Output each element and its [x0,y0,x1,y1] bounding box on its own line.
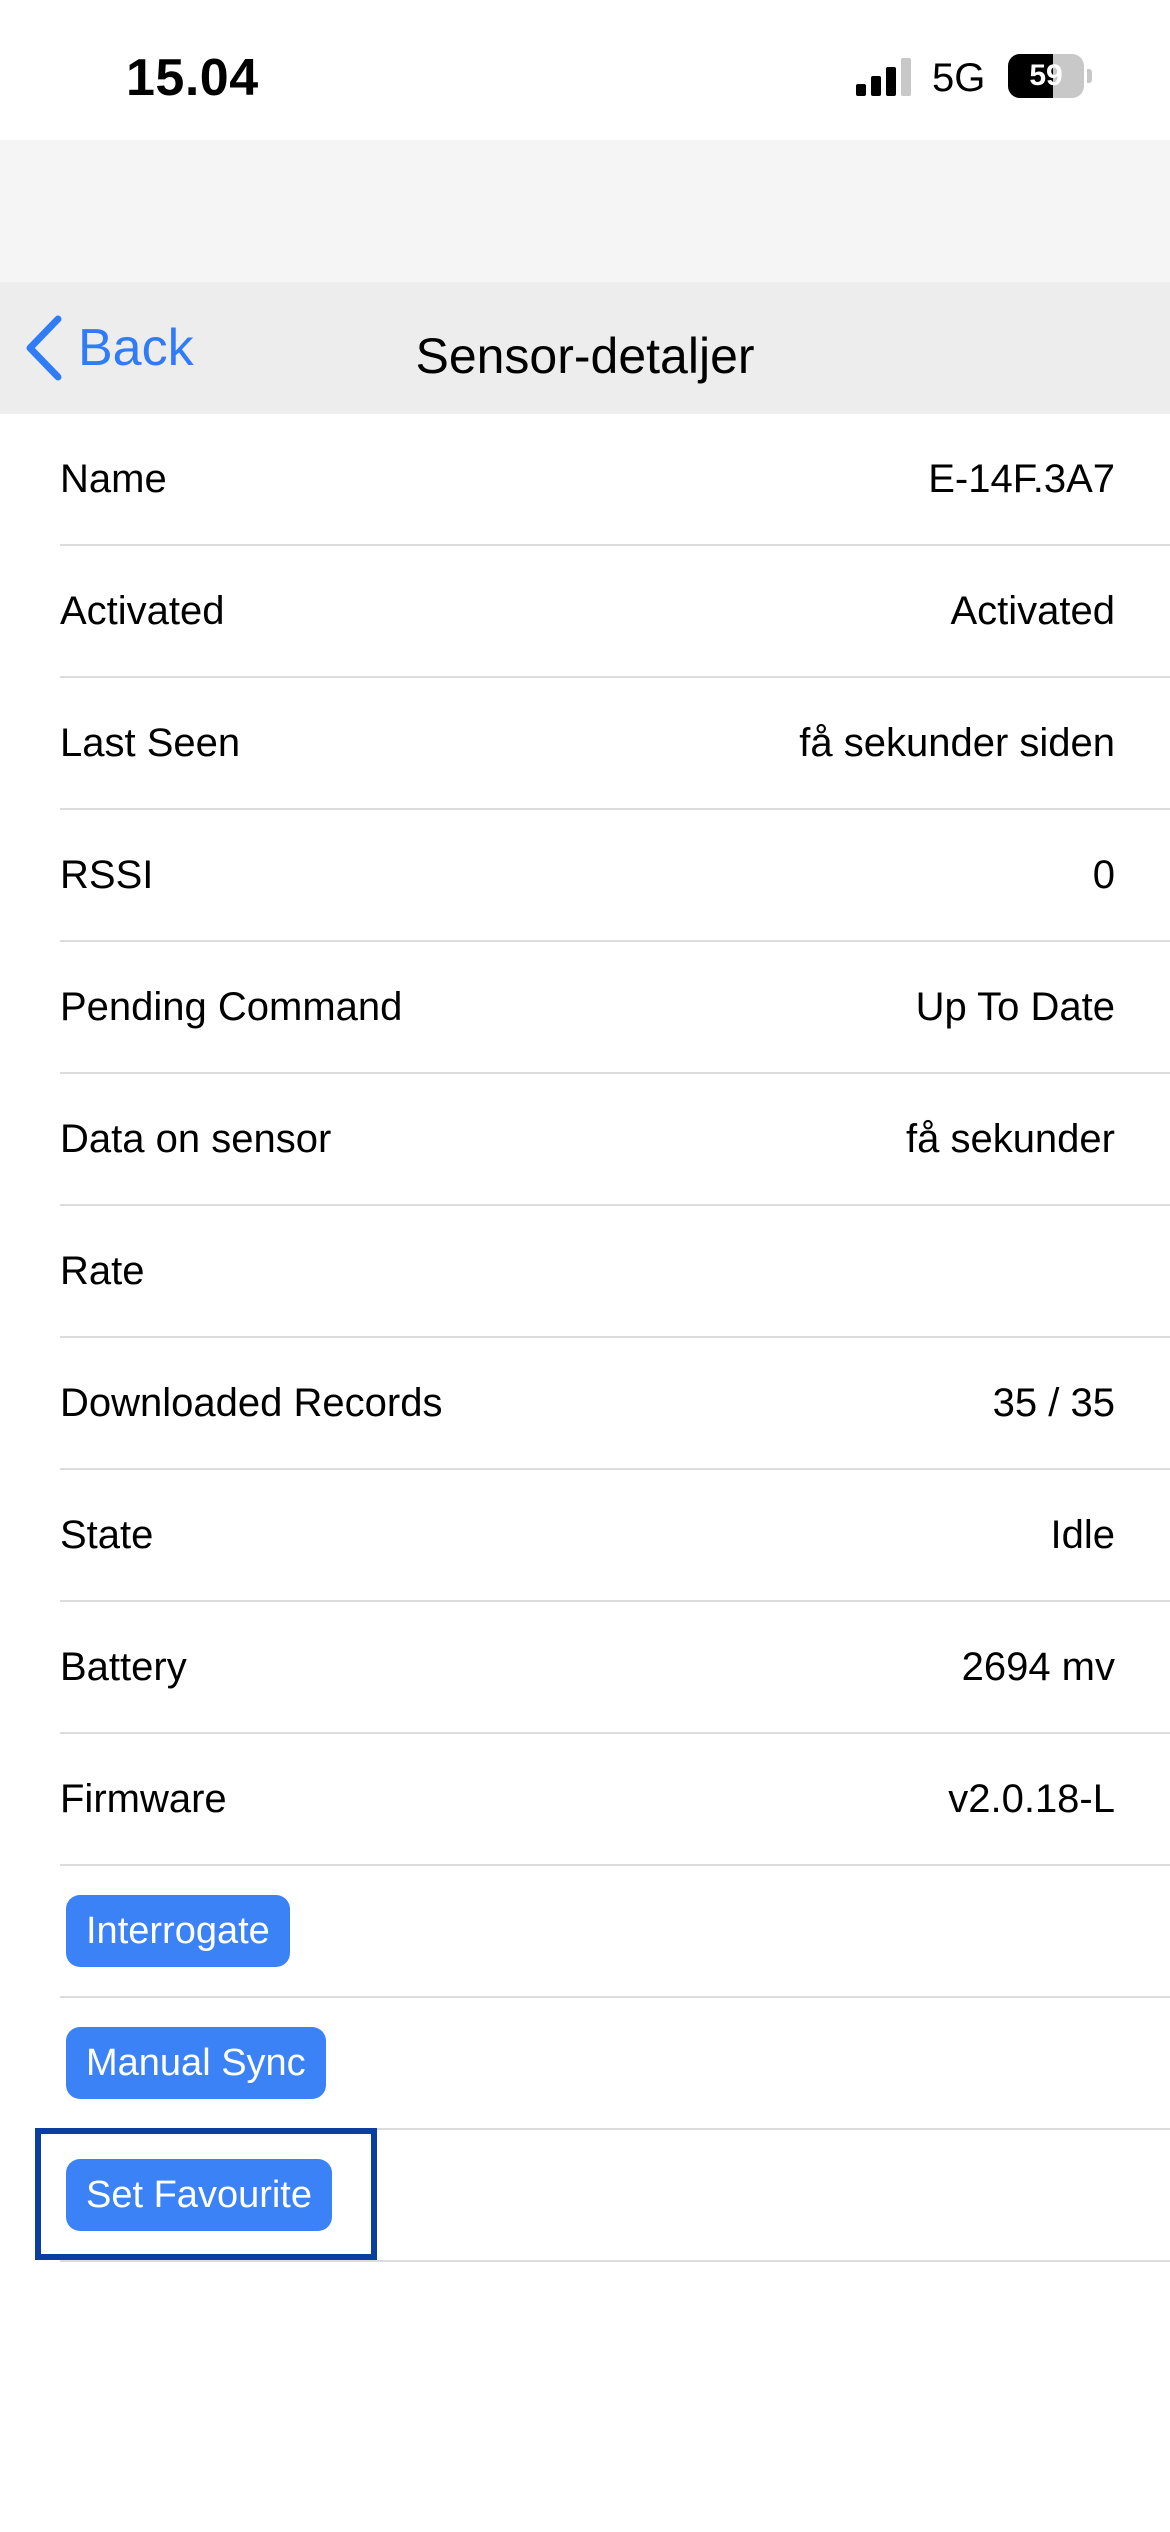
row-value: v2.0.18-L [948,1777,1115,1821]
action-row-set-favourite: Set Favourite [60,2130,1170,2262]
detail-row-firmware: Firmware v2.0.18-L [60,1734,1170,1866]
row-value: få sekunder [905,1117,1115,1161]
manual-sync-button[interactable]: Manual Sync [66,2027,326,2099]
detail-row-battery: Battery 2694 mv [60,1602,1170,1734]
detail-row-state: State Idle [60,1470,1170,1602]
network-type-label: 5G [932,56,986,100]
detail-row-pending-command: Pending Command Up To Date [60,942,1170,1074]
cellular-signal-icon [856,58,911,96]
chevron-left-icon [26,315,62,381]
row-label: Activated [60,589,225,633]
status-time: 15.04 [126,49,259,107]
row-value: få sekunder siden [799,721,1115,765]
navigation-bar: Sensor-detaljer Back [0,282,1170,414]
detail-row-downloaded-records: Downloaded Records 35 / 35 [60,1338,1170,1470]
back-label: Back [78,319,194,377]
sensor-detail-list: Name E-14F.3A7 Activated Activated Last … [0,414,1170,2262]
row-label: State [60,1513,154,1557]
row-label: Last Seen [60,721,241,765]
set-favourite-button[interactable]: Set Favourite [66,2159,332,2231]
back-button[interactable]: Back [24,308,194,388]
row-label: Rate [60,1249,145,1293]
battery-percent: 59 [1029,59,1063,92]
row-label: Name [60,457,167,501]
row-value: Idle [1050,1513,1116,1557]
interrogate-button[interactable]: Interrogate [66,1895,290,1967]
detail-row-rssi: RSSI 0 [60,810,1170,942]
row-value: E-14F.3A7 [928,457,1115,501]
detail-row-data-on-sensor: Data on sensor få sekunder [60,1074,1170,1206]
detail-row-activated: Activated Activated [60,546,1170,678]
row-label: Firmware [60,1777,227,1821]
row-value: 2694 mv [961,1645,1115,1689]
action-row-interrogate: Interrogate [60,1866,1170,1998]
detail-row-name: Name E-14F.3A7 [60,414,1170,546]
screen: 15.04 5G 59 Sensor-detaljer Back Name E-… [0,0,1170,2532]
battery-icon: 59 [1008,54,1092,98]
row-value: Up To Date [915,985,1115,1029]
row-label: Downloaded Records [60,1381,443,1425]
header-spacer [0,140,1170,282]
row-label: Data on sensor [60,1117,332,1161]
row-label: RSSI [60,853,154,897]
row-value: 35 / 35 [992,1381,1115,1425]
detail-row-last-seen: Last Seen få sekunder siden [60,678,1170,810]
row-value: 0 [1092,853,1115,897]
row-label: Pending Command [60,985,403,1029]
status-bar: 15.04 5G 59 [0,0,1170,140]
row-label: Battery [60,1645,187,1689]
row-value: Activated [950,589,1115,633]
detail-row-rate: Rate [60,1206,1170,1338]
action-row-manual-sync: Manual Sync [60,1998,1170,2130]
